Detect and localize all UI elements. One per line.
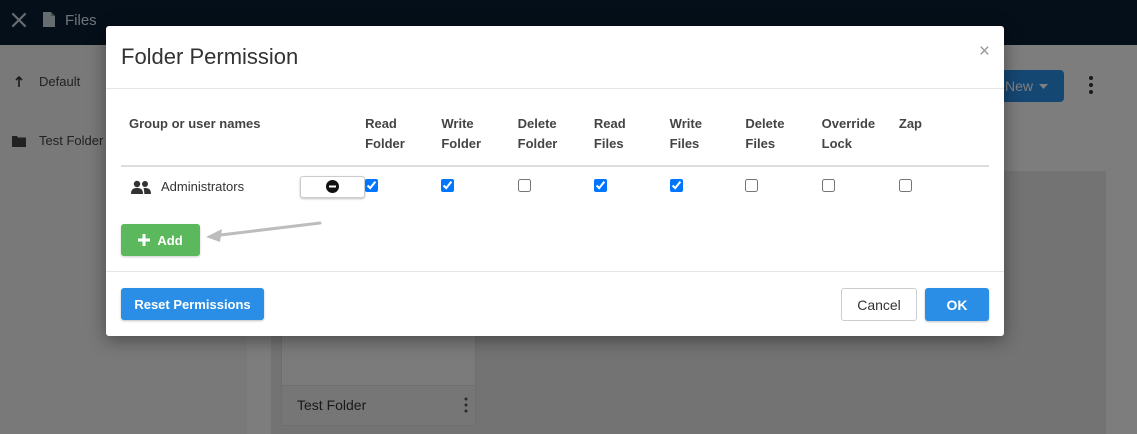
group-name: Administrators — [161, 179, 245, 194]
column-header-write-files: Write Files — [669, 103, 746, 167]
write-folder-checkbox[interactable] — [441, 178, 455, 192]
remove-group-button[interactable] — [300, 175, 366, 198]
read-files-checkbox[interactable] — [593, 178, 607, 192]
column-header-group: Group or user names — [121, 103, 366, 167]
column-header-delete-files: Delete Files — [745, 103, 822, 167]
add-button-label: Add — [157, 232, 183, 248]
plus-icon — [138, 234, 151, 246]
add-button[interactable]: Add — [121, 224, 200, 256]
zap-checkbox[interactable] — [898, 178, 912, 192]
write-files-checkbox[interactable] — [669, 178, 683, 192]
permissions-table: Group or user names Read Folder Write Fold… — [121, 103, 989, 206]
annotation-arrow-icon — [206, 221, 322, 242]
column-header-write-folder: Write Folder — [441, 103, 518, 167]
folder-permission-dialog: Folder Permission × Group or user names … — [106, 26, 1004, 336]
table-row: Administrators — [121, 166, 989, 206]
column-header-override-lock: Override Lock — [821, 103, 899, 167]
dialog-footer: Reset Permissions Cancel OK — [106, 271, 1004, 336]
column-header-zap: Zap — [898, 103, 989, 167]
table-header-row: Group or user names Read Folder Write Fold… — [121, 103, 989, 167]
minus-circle-icon — [326, 180, 340, 193]
column-header-read-folder: Read Folder — [365, 103, 442, 167]
cancel-button[interactable]: Cancel — [841, 288, 917, 321]
column-header-delete-folder: Delete Folder — [517, 103, 594, 167]
column-header-read-files: Read Files — [593, 103, 670, 167]
read-folder-checkbox[interactable] — [365, 178, 379, 192]
dialog-title: Folder Permission — [121, 44, 299, 69]
dialog-header: Folder Permission × — [106, 26, 1004, 89]
reset-permissions-button[interactable]: Reset Permissions — [121, 288, 264, 320]
users-icon — [131, 180, 151, 194]
delete-files-checkbox[interactable] — [745, 178, 759, 192]
override-lock-checkbox[interactable] — [821, 178, 835, 192]
delete-folder-checkbox[interactable] — [517, 178, 531, 192]
group-cell: Administrators — [121, 166, 366, 206]
dialog-close-button[interactable]: × — [979, 42, 990, 61]
ok-button[interactable]: OK — [925, 288, 989, 321]
